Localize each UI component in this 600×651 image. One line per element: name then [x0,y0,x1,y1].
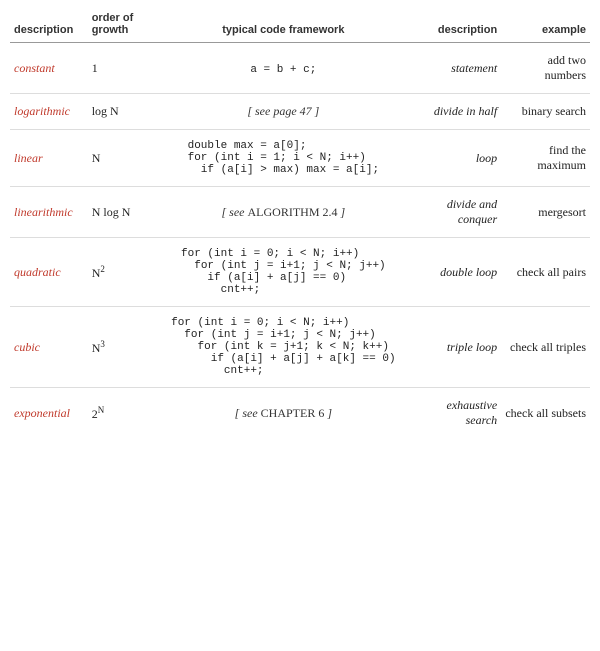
row-order-quadratic: N2 [88,238,155,307]
row-example-exponential: check all subsets [501,388,590,439]
row-description-logarithmic: logarithmic [10,94,88,130]
row-desc2-cubic: triple loop [412,307,501,388]
row-example-quadratic: check all pairs [501,238,590,307]
row-description-quadratic: quadratic [10,238,88,307]
row-code-constant: a = b + c; [154,43,412,94]
row-order-linear: N [88,130,155,187]
row-code-logarithmic: [ see page 47 ] [154,94,412,130]
row-example-linearithmic: mergesort [501,187,590,238]
row-code-exponential: [ see CHAPTER 6 ] [154,388,412,439]
row-desc2-linear: loop [412,130,501,187]
row-order-constant: 1 [88,43,155,94]
table-row: linearNdouble max = a[0]; for (int i = 1… [10,130,590,187]
header-description: description [10,8,88,43]
row-example-linear: find the maximum [501,130,590,187]
row-desc2-logarithmic: divide in half [412,94,501,130]
row-example-constant: add two numbers [501,43,590,94]
row-example-logarithmic: binary search [501,94,590,130]
table-row: cubicN3for (int i = 0; i < N; i++) for (… [10,307,590,388]
row-desc2-exponential: exhaustive search [412,388,501,439]
row-example-cubic: check all triples [501,307,590,388]
row-code-linear: double max = a[0]; for (int i = 1; i < N… [154,130,412,187]
row-desc2-constant: statement [412,43,501,94]
row-code-linearithmic: [ see ALGORITHM 2.4 ] [154,187,412,238]
table-body: constant1a = b + c;statementadd two numb… [10,43,590,439]
row-description-cubic: cubic [10,307,88,388]
row-desc2-quadratic: double loop [412,238,501,307]
table-row: logarithmiclog N[ see page 47 ]divide in… [10,94,590,130]
header-example: example [501,8,590,43]
header-order-of-growth: order of growth [88,8,155,43]
row-code-quadratic: for (int i = 0; i < N; i++) for (int j =… [154,238,412,307]
header-description2: description [412,8,501,43]
row-description-constant: constant [10,43,88,94]
main-container: description order of growth typical code… [0,0,600,448]
table-row: constant1a = b + c;statementadd two numb… [10,43,590,94]
row-order-exponential: 2N [88,388,155,439]
row-description-linearithmic: linearithmic [10,187,88,238]
row-order-cubic: N3 [88,307,155,388]
table-row: exponential2N[ see CHAPTER 6 ]exhaustive… [10,388,590,439]
table-row: linearithmicN log N[ see ALGORITHM 2.4 ]… [10,187,590,238]
row-desc2-linearithmic: divide and conquer [412,187,501,238]
row-description-linear: linear [10,130,88,187]
header-row: description order of growth typical code… [10,8,590,43]
complexity-table: description order of growth typical code… [10,8,590,438]
row-code-cubic: for (int i = 0; i < N; i++) for (int j =… [154,307,412,388]
header-typical-code: typical code framework [154,8,412,43]
row-order-linearithmic: N log N [88,187,155,238]
table-row: quadraticN2for (int i = 0; i < N; i++) f… [10,238,590,307]
row-description-exponential: exponential [10,388,88,439]
row-order-logarithmic: log N [88,94,155,130]
